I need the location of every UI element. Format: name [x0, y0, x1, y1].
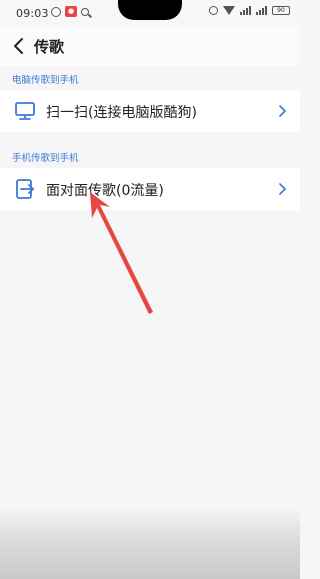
- status-left-icons: ●: [51, 6, 89, 17]
- monitor-icon: [15, 102, 35, 120]
- scan-connect-label: 扫一扫(连接电脑版酷狗): [46, 105, 197, 121]
- status-right-icons: 90: [209, 6, 290, 15]
- bottom-shade: [0, 507, 300, 579]
- signal-icon-2: [256, 6, 267, 15]
- search-icon: [81, 7, 89, 16]
- camera-notch: [118, 0, 182, 20]
- section-label-phone-to-phone: 手机传歌到手机: [12, 153, 79, 164]
- status-time: 09:03: [16, 7, 49, 20]
- face-to-face-row[interactable]: 面对面传歌(0流量): [0, 168, 300, 210]
- page-title: 传歌: [34, 38, 65, 56]
- face-to-face-label: 面对面传歌(0流量): [46, 183, 164, 199]
- battery-icon: 90: [272, 6, 290, 15]
- alarm-icon: [209, 6, 218, 15]
- annotation-arrow: [90, 192, 153, 314]
- wifi-icon: [223, 6, 235, 15]
- scan-connect-row[interactable]: 扫一扫(连接电脑版酷狗): [0, 90, 300, 132]
- section-label-pc-to-phone: 电脑传歌到手机: [12, 75, 79, 86]
- notification-icon: [51, 6, 61, 17]
- chevron-right-icon: [279, 183, 286, 195]
- chevron-right-icon: [279, 105, 286, 117]
- phone-transfer-icon: [16, 179, 34, 199]
- signal-icon: [240, 6, 251, 15]
- back-icon[interactable]: [10, 36, 30, 56]
- top-bar: 传歌: [0, 26, 300, 66]
- status-bar: 09:03 ● 90: [0, 0, 300, 26]
- app-notification-icon: ●: [65, 6, 77, 17]
